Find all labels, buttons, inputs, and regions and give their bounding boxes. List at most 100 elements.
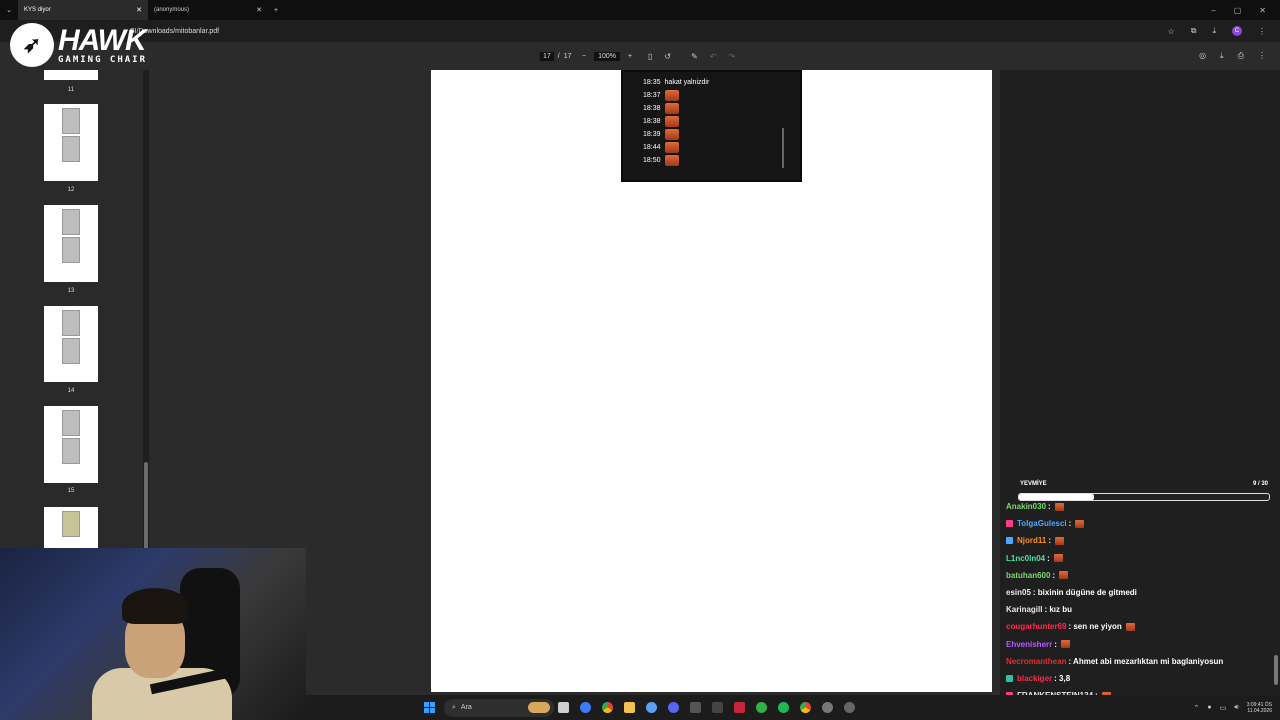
- volume-icon[interactable]: 🔊︎: [1234, 704, 1238, 712]
- chevron-up-icon[interactable]: ⌃: [1194, 704, 1200, 712]
- zoom-level[interactable]: 100%: [594, 51, 620, 61]
- redo-icon[interactable]: ↷: [729, 52, 736, 61]
- maximize-icon[interactable]: ▢: [1234, 6, 1242, 15]
- chat-message: TolgaGulesci :: [1006, 519, 1085, 528]
- windows-start-icon[interactable]: [424, 702, 435, 713]
- tab-list-button[interactable]: ⌄: [0, 0, 18, 20]
- chat-text: :: [1052, 570, 1056, 580]
- fit-page-icon[interactable]: ▯: [648, 52, 652, 61]
- chat-username[interactable]: TolgaGulesci: [1017, 519, 1067, 528]
- chat-text: :: [1048, 502, 1051, 511]
- app-icon[interactable]: [646, 702, 657, 713]
- chrome-icon[interactable]: [800, 702, 811, 713]
- print-icon[interactable]: ⎙: [1238, 51, 1244, 61]
- app-icon[interactable]: [822, 702, 833, 713]
- chat-username[interactable]: L1nc0ln04: [1006, 554, 1045, 563]
- sidebar-scrollbar-thumb[interactable]: [144, 462, 148, 550]
- address-bar: SI/Downloads/mitobanlar.pdf ☆ ⧉ ⤓ C ⋮: [0, 20, 1280, 42]
- menu-dots-icon[interactable]: ⋮: [1258, 27, 1266, 36]
- app-icon[interactable]: [844, 702, 855, 713]
- emote-icon: [1059, 571, 1069, 580]
- thumbnail-content: [62, 108, 80, 134]
- clock-date: 11.04.2026: [1247, 707, 1272, 714]
- pdf-chat-time: 18:37: [643, 92, 661, 99]
- app-icon[interactable]: [690, 702, 701, 713]
- emote-icon: [664, 155, 679, 166]
- chat-text: :: [1048, 536, 1052, 546]
- zoom-out-icon[interactable]: −: [582, 53, 586, 60]
- more-options-icon[interactable]: ⋮: [1258, 51, 1266, 61]
- close-window-icon[interactable]: ✕: [1259, 6, 1266, 15]
- chat-username[interactable]: Njord11: [1017, 536, 1046, 545]
- sidebar-scrollbar[interactable]: [143, 70, 149, 550]
- network-icon[interactable]: ▭: [1220, 704, 1227, 712]
- chat-text: :: [1047, 553, 1050, 563]
- extensions-icon[interactable]: ⧉: [1191, 26, 1197, 36]
- spotify-icon[interactable]: [778, 702, 789, 713]
- emote-icon: [664, 90, 679, 101]
- close-icon[interactable]: ✕: [256, 6, 262, 14]
- chat-username[interactable]: Necromanthean: [1006, 657, 1066, 666]
- profile-avatar[interactable]: C: [1232, 26, 1242, 36]
- chat-username[interactable]: esin05: [1006, 588, 1031, 597]
- undo-icon[interactable]: ↶: [710, 52, 717, 61]
- tab-kys-diyor[interactable]: KYS diyor ✕: [18, 0, 148, 20]
- pdf-chat-line: 18:38: [643, 116, 679, 127]
- app-icon[interactable]: [712, 702, 723, 713]
- tab-label: KYS diyor: [24, 7, 51, 13]
- chat-message: blackiger : 3,8: [1006, 674, 1070, 683]
- annotate-icon[interactable]: ◎: [1199, 51, 1206, 61]
- zoom-in-icon[interactable]: +: [628, 53, 632, 60]
- pdf-file-tools: ◎ ⤓ ⎙ ⋮: [1199, 51, 1266, 61]
- download-icon[interactable]: ⤓: [1212, 26, 1216, 36]
- chat-message: cougarhunter69 : sen ne yiyon: [1006, 622, 1135, 631]
- thumbnail-label: 11: [67, 87, 75, 93]
- thumbnail-content: [62, 410, 80, 436]
- discord-icon[interactable]: [668, 702, 679, 713]
- chat-scrollbar[interactable]: [1274, 655, 1278, 685]
- chat-username[interactable]: Karinagill: [1006, 605, 1042, 614]
- task-view-icon[interactable]: [558, 702, 569, 713]
- draw-icon[interactable]: ✎: [691, 52, 698, 61]
- page-number-input[interactable]: 17: [540, 51, 554, 61]
- chat-text: : sen ne yiyon: [1068, 622, 1122, 632]
- app-icon[interactable]: [756, 702, 767, 713]
- thumbnail-page-15[interactable]: [44, 406, 98, 483]
- chat-message: Njord11 :: [1006, 536, 1065, 546]
- thumbnail-page-14[interactable]: [44, 306, 98, 382]
- thumbnail-page-16[interactable]: [44, 507, 98, 550]
- chat-username[interactable]: cougarhunter69: [1006, 622, 1066, 631]
- tab-anonymous[interactable]: (anonymous) ✕: [148, 0, 268, 20]
- chat-username[interactable]: Anakin030: [1006, 502, 1046, 511]
- thumbnail-page-13[interactable]: [44, 205, 98, 282]
- chat-username[interactable]: Ehvenisherr: [1006, 640, 1052, 649]
- pdf-chat-line: 18:35 hakat yalnizdir: [643, 79, 709, 86]
- pdf-view-tools: ▯ ↺ ✎ ↶ ↷: [648, 52, 735, 61]
- close-icon[interactable]: ✕: [136, 6, 142, 14]
- embedded-chat-screenshot: 18:35 hakat yalnizdir 18:37 18:38 18:38 1…: [621, 70, 802, 182]
- bookmark-star-icon[interactable]: ☆: [1168, 27, 1175, 36]
- rotate-icon[interactable]: ↺: [664, 52, 671, 61]
- widget-icon[interactable]: [528, 702, 550, 713]
- tray-app-icon[interactable]: ●: [1207, 704, 1211, 711]
- chevron-down-icon: ⌄: [6, 7, 12, 14]
- chat-text: : 3,8: [1054, 674, 1071, 683]
- pdf-chat-time: 18:44: [643, 144, 661, 151]
- new-tab-button[interactable]: +: [268, 0, 284, 20]
- thumbnail-label: 14: [67, 388, 75, 394]
- taskbar-clock[interactable]: 3:09:41 ÖS 11.04.2026: [1247, 702, 1272, 714]
- edge-icon[interactable]: [580, 702, 591, 713]
- minimize-icon[interactable]: –: [1211, 6, 1215, 15]
- thumbnail-page-12[interactable]: [44, 104, 98, 181]
- chat-username[interactable]: blackiger: [1017, 674, 1052, 683]
- thumbnail-page-10[interactable]: [44, 70, 98, 80]
- stream-chat-overlay: YEVMİYE 9 / 30 Anakin030 : TolgaGulesci …: [1000, 475, 1280, 720]
- chrome-icon[interactable]: [602, 702, 613, 713]
- chat-text: : bixinin dügüne de gitmedi: [1032, 588, 1137, 597]
- app-icon[interactable]: [734, 702, 745, 713]
- file-explorer-icon[interactable]: [624, 702, 635, 713]
- hawk-logo: ➶ HAWK GAMING CHAIR: [10, 22, 147, 68]
- goal-count: 9 / 30: [1252, 481, 1268, 487]
- download-pdf-icon[interactable]: ⤓: [1220, 51, 1224, 61]
- chat-username[interactable]: batuhan600: [1006, 571, 1050, 580]
